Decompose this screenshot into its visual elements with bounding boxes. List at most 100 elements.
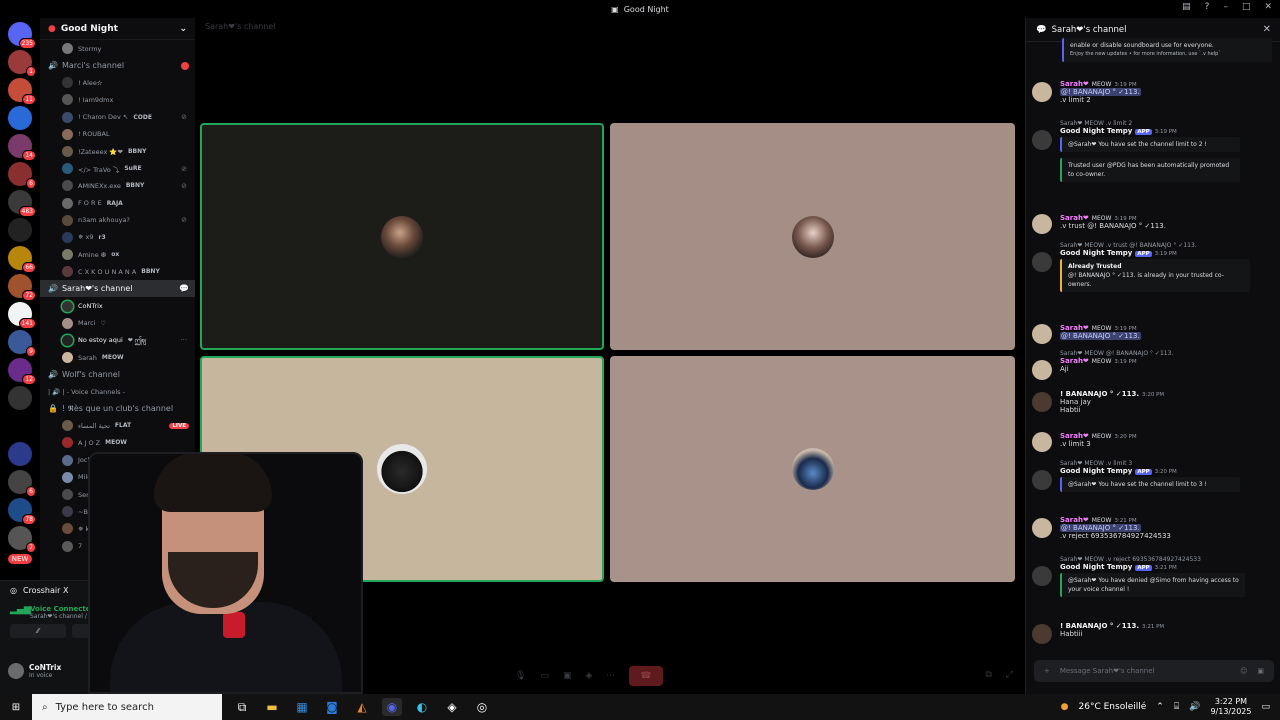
server-icon[interactable]: 78 [8, 498, 36, 525]
plus-icon[interactable]: + [1044, 667, 1050, 675]
server-icon[interactable]: 483 [8, 190, 36, 217]
chat-icon[interactable]: 💬 [179, 284, 189, 293]
server-icon[interactable]: 11 [8, 78, 36, 105]
server-icon[interactable]: 7 [8, 526, 36, 553]
server-icon[interactable]: 66 [8, 246, 36, 273]
server-icon[interactable] [8, 218, 32, 242]
help-icon[interactable]: ? [1205, 2, 1210, 12]
message[interactable]: Sarah❤ MEOW 3:21 PM @! BANANAJO ° ✓113. .v… [1032, 516, 1275, 540]
user-panel[interactable]: CoNTrix In voice [8, 663, 61, 679]
voice-member[interactable]: ! Alee✫ [40, 74, 195, 91]
voice-member[interactable]: Marci ♡ [40, 315, 195, 332]
voice-channel-wolf[interactable]: 🔊 Wolf's channel [40, 366, 195, 383]
activity-icon[interactable]: ◈ [585, 671, 592, 681]
mic-icon[interactable]: 🎙 [515, 671, 526, 681]
message[interactable]: Sarah❤ MEOW .v limit 2 Good Night Tempy A… [1032, 120, 1275, 182]
voice-member[interactable]: n3am akhouya? ⊘ [40, 212, 195, 229]
message[interactable]: Sarah❤ MEOW 3:19 PM .v trust @! BANANAJO °… [1032, 214, 1275, 234]
store-icon[interactable]: ▦ [292, 698, 312, 716]
server-icon[interactable] [8, 414, 32, 438]
message[interactable]: Sarah❤ MEOW @! BANANAJO ° ✓113. Sarah❤ ME… [1032, 350, 1275, 380]
inbox-icon[interactable]: ▤ [1182, 2, 1191, 12]
close-button[interactable]: ✕ [1264, 2, 1272, 12]
notification-icon[interactable]: ▭ [1261, 702, 1270, 712]
voice-member[interactable]: AMINEXx.exe BBNY ⊘ [40, 177, 195, 194]
server-header[interactable]: ● Good Night ⌄ [40, 18, 195, 40]
popout-icon[interactable]: ⧉ [985, 670, 991, 680]
voice-channel-marci[interactable]: 🔊 Marci's channel [40, 57, 195, 74]
voice-member[interactable]: تحية المساء FLAT LIVE [40, 417, 195, 434]
message[interactable]: Sarah❤ MEOW 3:20 PM .v limit 3 [1032, 432, 1275, 452]
voice-member[interactable]: Sarah MEOW [40, 349, 195, 366]
more-icon[interactable]: ··· [606, 671, 615, 681]
server-icon[interactable]: 6 [8, 470, 36, 497]
message[interactable]: ! BANANAJO ° ✓113. 3:20 PM Hana jay Habti… [1032, 390, 1275, 414]
voice-member[interactable]: Stormy [40, 40, 195, 57]
task-view-icon[interactable]: ⧉ [232, 698, 252, 716]
app-icon[interactable]: ◎ [472, 698, 492, 716]
category-voice-channels[interactable]: | 🔊 | - Voice Channels - [40, 383, 195, 400]
server-icon[interactable]: 14 [8, 134, 36, 161]
server-icon[interactable] [8, 386, 32, 410]
voice-member[interactable]: CoNTrix [40, 297, 195, 314]
windows-start-button[interactable]: ⊞ [0, 702, 32, 713]
taskbar-search[interactable]: ⌕ Type here to search [32, 694, 222, 720]
close-icon[interactable]: ✕ [1263, 24, 1271, 35]
server-icon[interactable]: 72 [8, 274, 36, 301]
app-icon[interactable]: ◈ [442, 698, 462, 716]
voice-member[interactable]: !Zateeex ⭐❤ BBNY [40, 143, 195, 160]
voice-member[interactable]: Amine ❆ ox [40, 246, 195, 263]
maximize-button[interactable]: □ [1242, 2, 1251, 12]
message[interactable]: Sarah❤ MEOW .v trust @! BANANAJO ° ✓113.… [1032, 242, 1275, 292]
voice-member[interactable]: F O R E RAJA [40, 195, 195, 212]
more-icon[interactable]: ··· [180, 336, 187, 344]
camera-icon[interactable]: ▭ [540, 671, 549, 681]
volume-icon[interactable]: 🔊 [1189, 702, 1200, 712]
server-icon[interactable]: 1 [8, 50, 36, 77]
voice-member[interactable]: ✵ x9 r3 [40, 229, 195, 246]
fullscreen-icon[interactable]: ⤢ [1006, 670, 1013, 680]
participant-tile[interactable] [610, 123, 1015, 350]
server-icon[interactable] [8, 442, 32, 466]
voice-member[interactable]: ! Iam9dmx [40, 91, 195, 108]
voice-member[interactable]: No estoy aqui ❤ ဤဈ ··· [40, 332, 195, 349]
noise-suppression-button[interactable]: ⁄⁄ [10, 624, 66, 638]
voice-member[interactable]: A J O Z MEOW [40, 434, 195, 451]
voice-channel-club[interactable]: 🔒! 𝕽ès que un club's channel [40, 400, 195, 417]
edge-icon[interactable]: ◐ [412, 698, 432, 716]
participant-tile[interactable] [200, 123, 604, 350]
chevron-up-icon[interactable]: ⌃ [1156, 702, 1164, 712]
disconnect-button[interactable]: ☎ [628, 666, 663, 686]
clock[interactable]: 3:22 PM 9/13/2025 [1210, 697, 1251, 717]
voice-channel-sarah[interactable]: 🔊 Sarah❤'s channel 💬 [40, 280, 195, 298]
message-input[interactable]: + Message Sarah❤'s channel ☺ ▣ [1034, 660, 1274, 682]
discord-icon[interactable]: ◉ [382, 698, 402, 716]
outlook-icon[interactable]: ◙ [322, 698, 342, 716]
message[interactable]: Sarah❤ MEOW 3:19 PM @! BANANAJO ° ✓113. [1032, 324, 1275, 344]
avatar [62, 146, 73, 158]
voice-member[interactable]: C X K O U N A N A BBNY [40, 263, 195, 280]
network-icon[interactable]: ⌸ [1174, 702, 1179, 712]
message[interactable]: ! BANANAJO ° ✓113. 3:21 PM Habtiii [1032, 622, 1275, 644]
app-icon[interactable]: ◭ [352, 698, 372, 716]
speaker-icon: 🔊 [48, 284, 58, 294]
server-icon[interactable]: 141 [8, 302, 36, 329]
gift-icon[interactable]: ▣ [1257, 667, 1264, 675]
emoji-icon[interactable]: ☺ [1240, 667, 1247, 675]
voice-member[interactable]: ! ROUBAL [40, 126, 195, 143]
server-icon[interactable]: 12 [8, 358, 36, 385]
message[interactable]: Sarah❤ MEOW .v reject 693536784927424533… [1032, 556, 1275, 597]
server-icon-home[interactable]: 235 [8, 22, 36, 49]
server-icon[interactable]: 9 [8, 330, 36, 357]
screen-share-icon[interactable]: ▣ [563, 671, 572, 681]
server-icon[interactable] [8, 106, 32, 130]
participant-tile[interactable] [610, 356, 1015, 582]
voice-member[interactable]: </> TraVo ⤵ SuRE ⊘ [40, 160, 195, 177]
message[interactable]: Sarah❤ MEOW .v limit 3 Good Night Tempy A… [1032, 460, 1275, 492]
weather-text[interactable]: 26°C Ensoleillé [1079, 702, 1147, 712]
message[interactable]: Sarah❤ MEOW 3:19 PM @! BANANAJO ° ✓113. .v… [1032, 80, 1275, 104]
voice-member[interactable]: ! Charon Dev ↖ CODE ⊘ [40, 109, 195, 126]
file-explorer-icon[interactable]: ▬ [262, 698, 282, 716]
server-icon[interactable]: 6 [8, 162, 36, 189]
minimize-button[interactable]: – [1223, 2, 1228, 12]
